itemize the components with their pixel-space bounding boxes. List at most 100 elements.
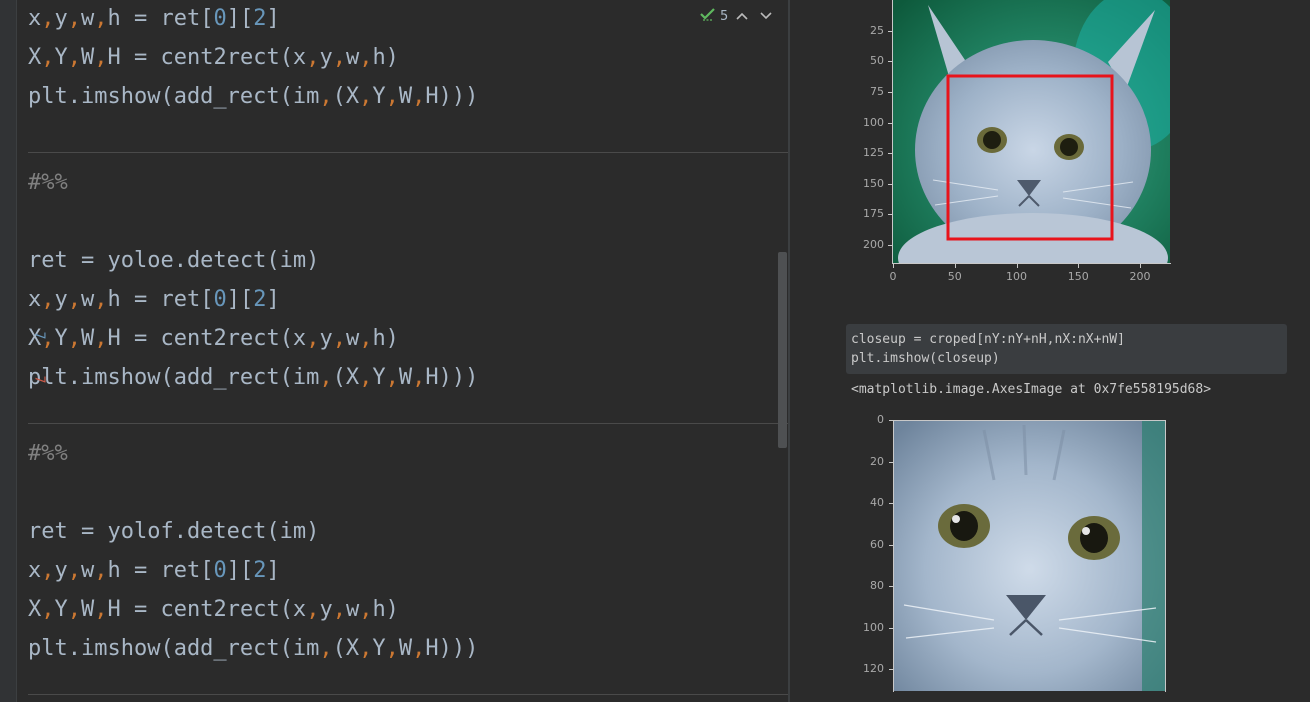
tick-mark [888, 183, 892, 185]
code-line[interactable]: x,y,w,h = ret[0][2] [28, 551, 280, 590]
input-cell[interactable]: closeup = croped[nY:nY+nH,nX:nX+nW] plt.… [846, 324, 1287, 374]
comma-token: , [412, 365, 426, 390]
code-token: (X [332, 84, 360, 109]
tick-label: 0 [877, 413, 884, 426]
tick-label: 75 [870, 84, 884, 98]
comment-token: #%% [28, 170, 68, 195]
code-token: x [28, 558, 42, 583]
code-token: = ret[ [120, 558, 214, 583]
tick-mark [1140, 264, 1141, 268]
code-token: = ret[ [120, 6, 214, 31]
code-token: W [81, 45, 95, 70]
comma-token: , [41, 6, 55, 31]
code-token: H [107, 45, 121, 70]
comma-token: , [385, 365, 399, 390]
tick-mark [889, 503, 893, 504]
output-cell-marker: 7 [31, 375, 47, 384]
comma-token: , [332, 326, 346, 351]
tick-mark [1078, 264, 1080, 268]
tick-label: 0 [889, 270, 897, 283]
comma-token: , [94, 45, 108, 70]
tick-mark [888, 153, 892, 155]
code-line[interactable]: ret = yoloe.detect(im) [28, 241, 319, 280]
code-token: y [54, 558, 68, 583]
cell-header-comment[interactable]: #%% [28, 434, 68, 473]
code-token: ] [266, 558, 280, 583]
code-token: X [28, 597, 42, 622]
code-token: H))) [425, 365, 479, 390]
comma-token: , [94, 326, 108, 351]
tick-label: 125 [863, 146, 884, 160]
code-token: h) [372, 597, 399, 622]
code-line[interactable]: X,Y,W,H = cent2rect(x,y,w,h) [28, 319, 399, 358]
editor-scrollbar-thumb[interactable] [778, 252, 787, 448]
tick-label: 40 [870, 496, 884, 509]
code-token: W [398, 636, 413, 661]
code-token: h [107, 6, 121, 31]
code-line[interactable]: X,Y,W,H = cent2rect(x,y,w,h) [28, 590, 399, 629]
tick-mark [889, 420, 893, 421]
code-token: w [81, 6, 95, 31]
code-token: Y [54, 45, 68, 70]
code-line[interactable]: X,Y,W,H = cent2rect(x,y,w,h) [28, 38, 399, 77]
tick-label: 60 [870, 537, 884, 551]
plot2-top-frame [893, 420, 1166, 421]
cell-header-comment[interactable]: #%% [28, 163, 68, 202]
input-cell-marker: 7 [31, 331, 47, 340]
code-token: y [319, 326, 333, 351]
tick-mark [888, 30, 892, 32]
plot1-y-axis [892, 0, 893, 264]
code-token: = ret[ [120, 287, 214, 312]
comma-token: , [67, 597, 81, 622]
code-token: w [345, 597, 360, 622]
code-token: = cent2rect(x [120, 45, 307, 70]
comma-token: , [319, 636, 333, 661]
comma-token: , [332, 45, 346, 70]
tick-mark [889, 669, 893, 670]
tick-mark [954, 264, 956, 268]
comma-token: , [412, 636, 426, 661]
comma-token: , [67, 326, 81, 351]
comma-token: , [359, 326, 373, 351]
comma-token: , [41, 45, 55, 70]
tick-mark [888, 91, 892, 93]
code-token: H [107, 326, 121, 351]
tick-label: 150 [863, 176, 884, 190]
tick-label: 25 [870, 23, 884, 37]
code-token: x [28, 287, 42, 312]
tick-mark [889, 544, 893, 546]
comma-token: , [94, 558, 108, 583]
comma-token: , [359, 636, 373, 661]
code-token: ] [266, 6, 280, 31]
comment-token: #%% [28, 441, 68, 466]
code-token: y [319, 45, 333, 70]
code-line[interactable]: ret = yolof.detect(im) [28, 512, 319, 551]
comma-token: , [94, 6, 108, 31]
number-token: 2 [253, 287, 267, 312]
code-token: ][ [226, 558, 254, 583]
code-line[interactable]: plt.imshow(add_rect(im,(X,Y,W,H))) [28, 358, 478, 397]
comma-token: , [94, 597, 108, 622]
tick-mark [1016, 264, 1018, 268]
code-line[interactable]: plt.imshow(add_rect(im,(X,Y,W,H))) [28, 77, 478, 116]
comma-token: , [319, 365, 333, 390]
code-editor[interactable]: 5 x,y,w,h = ret[0][2] X,Y,W,H = cent2rect… [0, 0, 790, 702]
tick-label: 200 [863, 238, 884, 251]
code-token: ] [266, 287, 280, 312]
comma-token: , [41, 597, 55, 622]
code-line[interactable]: x,y,w,h = ret[0][2] [28, 280, 280, 319]
output-result-text: <matplotlib.image.AxesImage at 0x7fe5581… [851, 382, 1212, 397]
code-token: w [345, 326, 360, 351]
tick-label: 100 [1006, 270, 1027, 283]
code-token: plt.imshow(add_rect(im [28, 84, 320, 109]
code-area[interactable]: x,y,w,h = ret[0][2] X,Y,W,H = cent2rect(x… [28, 0, 788, 702]
comma-token: , [385, 636, 399, 661]
code-token: h) [372, 45, 399, 70]
tick-label: 200 [1129, 270, 1151, 283]
code-line[interactable]: x,y,w,h = ret[0][2] [28, 0, 280, 38]
kitten-detection-image [893, 0, 1170, 263]
code-token: Y [54, 597, 68, 622]
code-line[interactable]: plt.imshow(add_rect(im,(X,Y,W,H))) [28, 629, 478, 668]
code-token: h [107, 287, 121, 312]
code-token: w [81, 558, 95, 583]
